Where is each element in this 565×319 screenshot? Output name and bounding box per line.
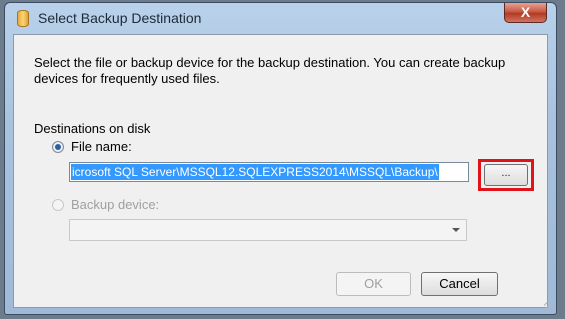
window-title: Select Backup Destination [38,10,202,26]
chevron-down-icon [452,228,460,232]
backup-device-select[interactable] [69,219,467,241]
file-name-selected-text: icrosoft SQL Server\MSSQL12.SQLEXPRESS20… [71,164,439,180]
resize-grip[interactable] [544,302,554,312]
ok-button[interactable]: OK [336,272,411,296]
backup-device-radio[interactable] [52,199,64,211]
file-name-label: File name: [71,139,132,154]
database-icon [17,10,29,27]
browse-button[interactable]: ... [484,164,528,186]
destinations-label: Destinations on disk [34,121,151,136]
cancel-button[interactable]: Cancel [421,272,498,296]
file-name-input[interactable]: icrosoft SQL Server\MSSQL12.SQLEXPRESS20… [69,162,469,182]
description-text: Select the file or backup device for the… [34,55,506,86]
close-button[interactable]: X [504,3,547,23]
file-name-radio[interactable] [52,141,64,153]
title-bar[interactable]: Select Backup Destination X [5,3,556,33]
dialog-body: Select the file or backup device for the… [13,34,548,308]
dialog-window: Select Backup Destination X Select the f… [4,2,557,315]
backup-device-label: Backup device: [71,197,160,212]
